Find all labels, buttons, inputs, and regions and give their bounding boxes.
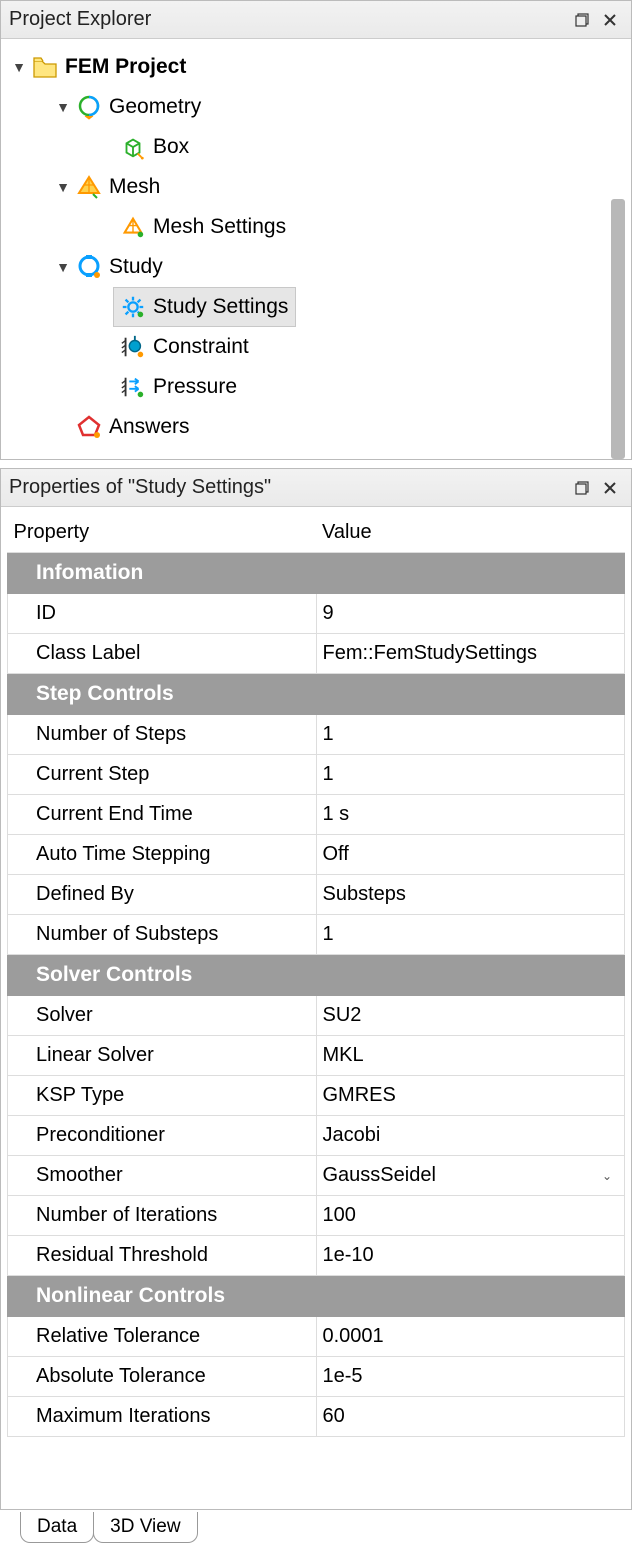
prop-value[interactable]: 1 [316, 715, 625, 755]
scrollbar[interactable] [611, 199, 625, 459]
tree-label: Study [109, 255, 163, 279]
mesh-icon [75, 173, 103, 201]
tree-label: Mesh [109, 175, 160, 199]
explorer-header: Project Explorer [1, 1, 631, 39]
tree-item-pressure[interactable]: Pressure [5, 367, 631, 407]
prop-value[interactable]: Fem::FemStudySettings [316, 634, 625, 674]
tree-item-mesh[interactable]: ▼ Mesh [5, 167, 631, 207]
select-value: GaussSeidel [323, 1164, 436, 1187]
chevron-down-icon[interactable]: ▼ [53, 99, 73, 115]
explorer-title: Project Explorer [9, 8, 567, 31]
study-icon [75, 253, 103, 281]
pressure-icon [119, 373, 147, 401]
tree-item-answers[interactable]: Answers [5, 407, 631, 447]
prop-value[interactable]: SU2 [316, 996, 625, 1036]
prop-key: Number of Iterations [8, 1196, 317, 1236]
prop-key: Defined By [8, 875, 317, 915]
tree-label: Constraint [153, 335, 249, 359]
prop-key: Auto Time Stepping [8, 835, 317, 875]
prop-value-select[interactable]: GaussSeidel ⌄ [316, 1156, 625, 1196]
prop-key: ID [8, 594, 317, 634]
col-property: Property [8, 513, 317, 553]
chevron-down-icon[interactable]: ⌄ [602, 1169, 618, 1183]
prop-key: Smoother [8, 1156, 317, 1196]
prop-value[interactable]: GMRES [316, 1076, 625, 1116]
prop-value[interactable]: 1 [316, 915, 625, 955]
prop-key: Number of Steps [8, 715, 317, 755]
tree-label: Study Settings [153, 295, 288, 319]
properties-title: Properties of "Study Settings" [9, 476, 567, 499]
tree-label: Mesh Settings [153, 215, 286, 239]
tree-item-geometry[interactable]: ▼ Geometry [5, 87, 631, 127]
properties-table: Property Value Infomation ID9 Class Labe… [7, 513, 625, 1437]
prop-key: Preconditioner [8, 1116, 317, 1156]
prop-value[interactable]: 1e-10 [316, 1236, 625, 1276]
prop-value[interactable]: 100 [316, 1196, 625, 1236]
prop-key: Linear Solver [8, 1036, 317, 1076]
section-step-controls: Step Controls [8, 674, 625, 715]
chevron-down-icon[interactable]: ▼ [9, 59, 29, 75]
geometry-icon [75, 93, 103, 121]
tree-body: ▼ FEM Project ▼ Geometry Box ▼ Mesh [1, 39, 631, 459]
section-information: Infomation [8, 553, 625, 594]
restore-icon[interactable] [569, 7, 595, 33]
box-icon [119, 133, 147, 161]
tree-item-project[interactable]: ▼ FEM Project [5, 47, 631, 87]
tree-label: Pressure [153, 375, 237, 399]
prop-key: Current End Time [8, 795, 317, 835]
prop-value[interactable]: 9 [316, 594, 625, 634]
prop-key: Residual Threshold [8, 1236, 317, 1276]
prop-value[interactable]: 60 [316, 1397, 625, 1437]
project-explorer-panel: Project Explorer ▼ FEM Project ▼ Geometr… [0, 0, 632, 460]
prop-value[interactable]: 1 [316, 755, 625, 795]
tab-3d-view[interactable]: 3D View [93, 1512, 197, 1543]
prop-value[interactable]: MKL [316, 1036, 625, 1076]
tree-label: Answers [109, 415, 190, 439]
tree-item-constraint[interactable]: Constraint [5, 327, 631, 367]
section-nonlinear-controls: Nonlinear Controls [8, 1276, 625, 1317]
tree-item-box[interactable]: Box [5, 127, 631, 167]
prop-value[interactable]: Jacobi [316, 1116, 625, 1156]
answers-icon [75, 413, 103, 441]
chevron-down-icon[interactable]: ▼ [53, 179, 73, 195]
prop-key: Absolute Tolerance [8, 1357, 317, 1397]
folder-icon [31, 53, 59, 81]
prop-value[interactable]: 1 s [316, 795, 625, 835]
constraint-icon [119, 333, 147, 361]
col-value: Value [316, 513, 625, 553]
prop-key: Current Step [8, 755, 317, 795]
chevron-down-icon[interactable]: ▼ [53, 259, 73, 275]
close-icon[interactable] [597, 475, 623, 501]
tree-label: Geometry [109, 95, 201, 119]
section-solver-controls: Solver Controls [8, 955, 625, 996]
tree-item-study-settings[interactable]: Study Settings [113, 287, 296, 327]
prop-key: Solver [8, 996, 317, 1036]
tab-data[interactable]: Data [20, 1512, 94, 1543]
prop-value[interactable]: 1e-5 [316, 1357, 625, 1397]
prop-key: KSP Type [8, 1076, 317, 1116]
study-settings-icon [119, 293, 147, 321]
restore-icon[interactable] [569, 475, 595, 501]
prop-key: Class Label [8, 634, 317, 674]
prop-key: Relative Tolerance [8, 1317, 317, 1357]
mesh-settings-icon [119, 213, 147, 241]
close-icon[interactable] [597, 7, 623, 33]
tree-item-study[interactable]: ▼ Study [5, 247, 631, 287]
prop-value[interactable]: Off [316, 835, 625, 875]
prop-value[interactable]: Substeps [316, 875, 625, 915]
prop-key: Maximum Iterations [8, 1397, 317, 1437]
properties-panel: Properties of "Study Settings" Property … [0, 468, 632, 1510]
tree-label: FEM Project [65, 55, 186, 79]
prop-value[interactable]: 0.0001 [316, 1317, 625, 1357]
tree-label: Box [153, 135, 189, 159]
prop-key: Number of Substeps [8, 915, 317, 955]
properties-header: Properties of "Study Settings" [1, 469, 631, 507]
tree-item-mesh-settings[interactable]: Mesh Settings [5, 207, 631, 247]
bottom-tabs: Data 3D View [0, 1510, 632, 1544]
